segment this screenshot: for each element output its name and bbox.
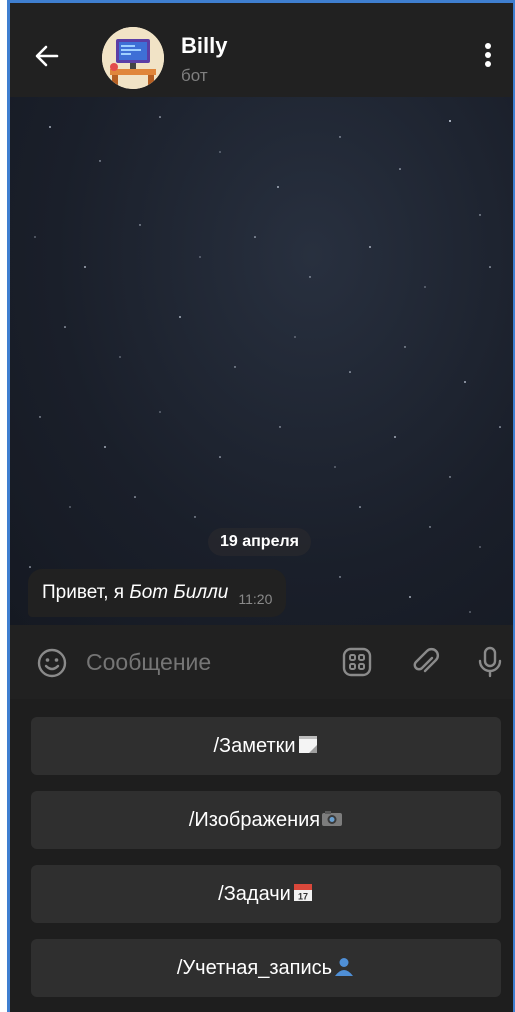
notepad-emoji: [298, 736, 317, 753]
keyboard-button-label: /Заметки: [213, 735, 296, 757]
keyboard-button-label: /Изображения: [188, 809, 321, 831]
keyboard-button-account[interactable]: /Учетная_запись: [31, 939, 501, 997]
message-time: 11:20: [238, 591, 273, 607]
svg-text:17: 17: [298, 892, 308, 902]
keyboard-button-label: /Учетная_запись: [176, 957, 333, 979]
keyboard-button-label: /Задачи: [218, 883, 291, 905]
paperclip-icon[interactable]: [408, 645, 442, 679]
user-silhouette-emoji: [335, 958, 354, 976]
keyboard-button-tasks[interactable]: /Задачи 17: [31, 865, 501, 923]
bot-avatar[interactable]: [102, 27, 164, 89]
bot-reply-keyboard: /Заметки /Изображения /Задачи 17 /Учетная…: [10, 699, 513, 1012]
calendar-emoji: 17: [293, 884, 312, 902]
arrow-left-icon[interactable]: [32, 41, 62, 71]
message-input[interactable]: [86, 649, 316, 676]
date-chip: 19 апреля: [208, 528, 311, 556]
camera-emoji: [322, 811, 343, 826]
message-composer: [10, 625, 513, 699]
emoji-icon[interactable]: [36, 647, 68, 679]
bot-keyboard-icon[interactable]: [340, 645, 374, 679]
message-text: Привет, я: [42, 582, 130, 603]
keyboard-button-images[interactable]: /Изображения: [31, 791, 501, 849]
chat-title[interactable]: Billy: [181, 33, 227, 59]
more-vertical-icon[interactable]: [481, 43, 495, 73]
keyboard-button-notes[interactable]: /Заметки: [31, 717, 501, 775]
message-text-italic: Бот Билли: [129, 582, 229, 603]
microphone-icon[interactable]: [473, 645, 507, 679]
message-area[interactable]: 19 апреля Привет, я Бот Билли 11:20: [10, 97, 513, 625]
chat-header: Billy бот: [10, 3, 513, 97]
incoming-message-bubble[interactable]: Привет, я Бот Билли 11:20: [28, 569, 287, 617]
telegram-chat-window: Billy бот 19 апреля Привет, я Бот Билли …: [7, 0, 515, 1012]
chat-subtitle: бот: [181, 66, 208, 85]
